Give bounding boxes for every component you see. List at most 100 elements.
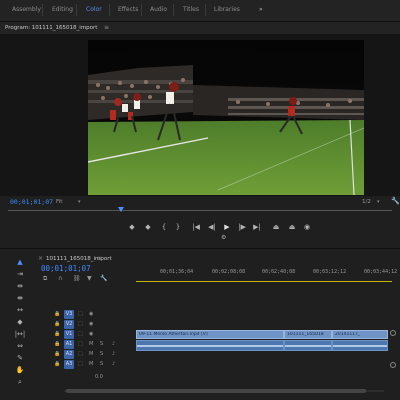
sync-lock-icon[interactable]: ⬚ [78,321,83,327]
sync-lock-icon[interactable]: ⬚ [78,331,83,337]
ripple-edit-tool-icon[interactable]: ⇹ [14,281,26,292]
work-area-bar[interactable] [136,281,392,282]
snap-icon[interactable]: ∩ [58,275,62,282]
extract-icon[interactable]: ⏏ [287,222,297,232]
export-frame-icon[interactable]: ◉ [302,222,312,232]
workspace-separator [173,4,174,16]
lock-icon[interactable]: 🔒 [54,361,60,367]
eye-icon[interactable]: ◉ [89,311,93,317]
workspace-separator [205,4,206,16]
close-icon[interactable]: × [38,255,43,262]
wrench-icon[interactable]: 🔧 [391,197,400,205]
workspace-tab-titles[interactable]: Titles [183,6,199,13]
scroll-thumb[interactable] [66,389,366,393]
button-editor-icon[interactable]: ⚙ [221,234,226,241]
zoom-handle-bottom[interactable] [390,362,396,368]
video-clip[interactable]: 101111_165018 [284,330,332,339]
workspace-tab-libraries[interactable]: Libraries [214,6,240,13]
timeline-horizontal-scrollbar[interactable] [64,389,384,393]
workspace-overflow-icon[interactable]: » [259,6,263,13]
solo-button[interactable]: S [100,351,103,357]
lock-icon[interactable]: 🔒 [54,311,60,317]
sync-lock-icon[interactable]: ⬚ [78,311,83,317]
video-clip[interactable]: 20141117_ [332,330,388,339]
timeline-ruler[interactable]: 00;01;36;04 00;02;08;08 00;02;40;08 00;0… [136,266,400,282]
chevron-down-icon[interactable]: ▾ [377,199,380,205]
program-playhead[interactable] [118,207,124,212]
workspace-tab-editing[interactable]: Editing [52,6,73,13]
microphone-icon[interactable]: ♪ [112,361,115,367]
lock-icon[interactable]: 🔒 [54,331,60,337]
shield-icon[interactable]: ◆ [143,222,153,232]
timeline-timecode[interactable]: 00;01;01;07 [41,264,91,273]
slide-tool-icon[interactable]: ⇔ [14,341,26,352]
track-target-toggle[interactable]: A2 [64,350,74,359]
linked-selection-icon[interactable]: ⛓ [73,275,81,282]
sync-lock-icon[interactable]: ⬚ [78,361,83,367]
sync-lock-icon[interactable]: ⬚ [78,351,83,357]
out-point-icon[interactable]: } [173,222,183,232]
zoom-level-select[interactable]: Fit [56,199,62,205]
lock-icon[interactable]: 🔒 [54,341,60,347]
go-to-in-icon[interactable]: |◀ [191,222,201,232]
solo-button[interactable]: S [100,341,103,347]
solo-button[interactable]: S [100,361,103,367]
workspace-bar: Assembly Editing Color Effects Audio Tit… [0,0,400,22]
rate-stretch-tool-icon[interactable]: ↔ [14,305,26,316]
program-monitor-title[interactable]: Program: 101111_165018_import [5,25,97,31]
chevron-down-icon[interactable]: ▾ [78,199,81,205]
microphone-icon[interactable]: ♪ [112,341,115,347]
mute-button[interactable]: M [89,341,93,347]
program-monitor-menu-icon[interactable]: ≡ [104,24,109,31]
zoom-handle-top[interactable] [390,330,396,336]
ruler-tick-label: 00;03;44;12 [364,269,398,275]
workspace-tab-assembly[interactable]: Assembly [12,6,41,13]
rolling-edit-tool-icon[interactable]: ⇼ [14,293,26,304]
lock-icon[interactable]: 🔒 [54,351,60,357]
mute-button[interactable]: M [89,351,93,357]
step-back-icon[interactable]: ◀| [207,222,217,232]
track-target-toggle[interactable]: V2 [64,320,74,329]
track-select-tool-icon[interactable]: ⇥ [14,269,26,280]
eye-icon[interactable]: ◉ [89,321,93,327]
workspace-tab-color[interactable]: Color [86,6,102,13]
audio-waveform [333,345,387,347]
timeline-vertical-zoom[interactable] [390,330,396,370]
audio-clip[interactable] [284,340,332,351]
lock-icon[interactable]: 🔒 [54,321,60,327]
nest-toggle-icon[interactable]: ⧉ [43,275,47,283]
add-marker-icon[interactable]: ▼ [87,275,92,282]
workspace-tab-audio[interactable]: Audio [150,6,167,13]
microphone-icon[interactable]: ♪ [112,351,115,357]
track-target-toggle[interactable]: A3 [64,360,74,369]
audio-waveform [285,345,331,347]
lift-icon[interactable]: ⏏ [271,222,281,232]
wrench-icon[interactable]: 🔧 [100,275,107,282]
eye-icon[interactable]: ◉ [89,331,93,337]
audio-clip[interactable] [332,340,388,351]
play-icon[interactable]: ▶ [222,222,232,232]
step-forward-icon[interactable]: |▶ [237,222,247,232]
audio-clip[interactable] [136,340,284,351]
mute-button[interactable]: M [89,361,93,367]
hand-tool-icon[interactable]: ✋ [14,365,26,376]
video-clip[interactable]: 09-11 Menlo Atherton.mp4 [V] [136,330,284,339]
track-target-toggle[interactable]: V3 [64,310,74,319]
sequence-menu-icon[interactable]: ≡ [97,255,102,262]
video-frame[interactable] [88,40,364,195]
program-timecode[interactable]: 00;01;01;07 [10,198,53,206]
playback-resolution-select[interactable]: 1/2 [362,199,371,205]
workspace-tab-effects[interactable]: Effects [118,6,138,13]
sync-lock-icon[interactable]: ⬚ [78,341,83,347]
in-point-icon[interactable]: { [159,222,169,232]
selection-tool-icon[interactable]: ▲ [14,257,26,268]
razor-tool-icon[interactable]: ◆ [14,317,26,328]
go-to-out-icon[interactable]: ▶| [252,222,262,232]
track-target-toggle[interactable]: A1 [64,340,74,349]
program-time-ruler[interactable] [8,210,392,211]
pen-tool-icon[interactable]: ✎ [14,353,26,364]
track-target-toggle[interactable]: V1 [64,330,74,339]
marker-icon[interactable]: ◆ [127,222,137,232]
slip-tool-icon[interactable]: |↔| [14,329,26,340]
zoom-tool-icon[interactable]: ⌕ [14,377,26,388]
